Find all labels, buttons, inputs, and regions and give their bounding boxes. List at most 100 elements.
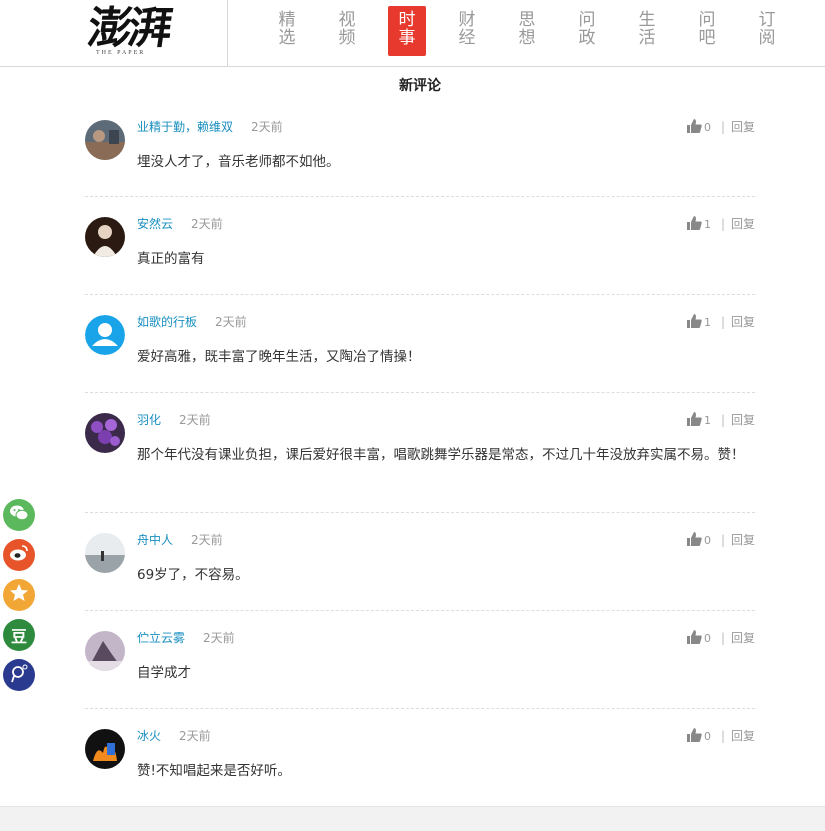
- nav-item-0[interactable]: 精选: [268, 6, 306, 56]
- comment-meta: 冰火 2天前: [137, 728, 211, 744]
- like-count: 1: [703, 218, 711, 231]
- qzone-share-button[interactable]: [3, 579, 35, 611]
- action-separator: |: [720, 217, 725, 231]
- footer-band: [0, 806, 825, 831]
- nav-item-4[interactable]: 思想: [508, 6, 546, 56]
- action-separator: |: [720, 413, 725, 427]
- pengpai-share-button[interactable]: [3, 659, 35, 691]
- comment-meta: 舟中人 2天前: [137, 532, 223, 548]
- comment-text: 自学成才: [137, 665, 191, 681]
- nav-item-8[interactable]: 订阅: [748, 6, 786, 56]
- comment-meta: 如歌的行板 2天前: [137, 314, 247, 330]
- comment-username[interactable]: 安然云: [137, 217, 173, 231]
- reply-button[interactable]: 回复: [731, 631, 755, 645]
- action-separator: |: [720, 533, 725, 547]
- comment-username[interactable]: 羽化: [137, 413, 161, 427]
- user-avatar[interactable]: [85, 217, 125, 257]
- user-avatar[interactable]: [85, 631, 125, 671]
- like-button[interactable]: 0: [686, 119, 711, 136]
- user-avatar[interactable]: [85, 315, 125, 355]
- nav-item-label-top: 思: [518, 10, 536, 30]
- like-button[interactable]: 1: [686, 314, 711, 331]
- reply-button[interactable]: 回复: [731, 120, 755, 134]
- comment-username[interactable]: 舟中人: [137, 533, 173, 547]
- logo-subtitle: THE PAPER: [96, 50, 146, 56]
- thumbs-up-icon: [686, 314, 702, 329]
- reply-button[interactable]: 回复: [731, 413, 755, 427]
- action-separator: |: [720, 120, 725, 134]
- comment-username[interactable]: 业精于勤，赖维双: [137, 120, 233, 134]
- like-count: 0: [703, 730, 711, 743]
- like-button[interactable]: 0: [686, 728, 711, 745]
- comment-actions: 1 | 回复: [686, 314, 755, 331]
- reply-button[interactable]: 回复: [731, 217, 755, 231]
- comment-item: 安然云 2天前 1 | 回复真正的富有: [85, 197, 755, 295]
- comment-time: 2天前: [179, 729, 211, 743]
- nav-item-5[interactable]: 问政: [568, 6, 606, 56]
- comment-username[interactable]: 如歌的行板: [137, 315, 197, 329]
- comment-item: 舟中人 2天前 0 | 回复 69岁了，不容易。: [85, 513, 755, 611]
- like-button[interactable]: 1: [686, 216, 711, 233]
- comment-username[interactable]: 冰火: [137, 729, 161, 743]
- comment-meta: 业精于勤，赖维双 2天前: [137, 119, 283, 135]
- comment-time: 2天前: [179, 413, 211, 427]
- comment-time: 2天前: [251, 120, 283, 134]
- comment-time: 2天前: [215, 315, 247, 329]
- nav-item-label-bottom: 事: [398, 28, 416, 48]
- nav-item-label-bottom: 想: [518, 28, 536, 48]
- like-button[interactable]: 1: [686, 412, 711, 429]
- reply-button[interactable]: 回复: [731, 315, 755, 329]
- nav-item-2[interactable]: 时事: [388, 6, 426, 56]
- site-header: 澎湃 THE PAPER 精选视频时事财经思想问政生活问吧订阅: [0, 0, 825, 67]
- section-title: 新评论: [399, 78, 441, 94]
- nav-item-1[interactable]: 视频: [328, 6, 366, 56]
- like-count: 0: [703, 534, 711, 547]
- logo-text: 澎湃: [84, 3, 172, 54]
- comment-actions: 0 | 回复: [686, 630, 755, 647]
- comment-actions: 0 | 回复: [686, 728, 755, 745]
- nav-item-label-top: 精: [278, 10, 296, 30]
- comment-item: 业精于勤，赖维双 2天前 0 | 回复 埋没人才了，音乐老师都不如他。: [85, 100, 755, 197]
- comment-actions: 1 | 回复: [686, 216, 755, 233]
- comment-item: 如歌的行板 2天前 1 | 回复爱好高雅，既丰富了晚年生活，又陶冶了情操！: [85, 295, 755, 393]
- user-avatar[interactable]: [85, 413, 125, 453]
- comment-text: 爱好高雅，既丰富了晚年生活，又陶冶了情操！: [137, 349, 421, 365]
- nav-item-label-bottom: 阅: [758, 28, 776, 48]
- nav-item-label-top: 时: [398, 10, 416, 30]
- nav-item-label-bottom: 选: [278, 28, 296, 48]
- thumbs-up-icon: [686, 119, 702, 134]
- reply-button[interactable]: 回复: [731, 533, 755, 547]
- user-avatar[interactable]: [85, 120, 125, 160]
- header-divider: [227, 0, 228, 67]
- like-count: 0: [703, 121, 711, 134]
- nav-item-6[interactable]: 生活: [628, 6, 666, 56]
- comment-meta: 伫立云雾 2天前: [137, 630, 235, 646]
- douban-share-button[interactable]: 豆: [3, 619, 35, 651]
- user-avatar[interactable]: [85, 533, 125, 573]
- nav-item-label-bottom: 经: [458, 28, 476, 48]
- comment-time: 2天前: [191, 533, 223, 547]
- like-button[interactable]: 0: [686, 532, 711, 549]
- weibo-share-button[interactable]: [3, 539, 35, 571]
- nav-item-7[interactable]: 问吧: [688, 6, 726, 56]
- nav-item-label-bottom: 活: [638, 28, 656, 48]
- reply-button[interactable]: 回复: [731, 729, 755, 743]
- comment-username[interactable]: 伫立云雾: [137, 631, 185, 645]
- thumbs-up-icon: [686, 216, 702, 231]
- nav-item-3[interactable]: 财经: [448, 6, 486, 56]
- site-logo[interactable]: 澎湃 THE PAPER: [84, 3, 188, 60]
- comment-text: 69岁了，不容易。: [137, 567, 249, 583]
- action-separator: |: [720, 729, 725, 743]
- like-button[interactable]: 0: [686, 630, 711, 647]
- nav-item-label-top: 财: [458, 10, 476, 30]
- comment-time: 2天前: [191, 217, 223, 231]
- nav-item-label-top: 问: [578, 10, 596, 30]
- nav-item-label-top: 订: [758, 10, 776, 30]
- like-count: 1: [703, 414, 711, 427]
- user-avatar[interactable]: [85, 729, 125, 769]
- comment-text: 那个年代没有课业负担，课后爱好很丰富，唱歌跳舞学乐器是常态，不过几十年没放弃实属…: [137, 447, 745, 463]
- nav-item-label-top: 视: [338, 10, 356, 30]
- comment-text: 真正的富有: [137, 251, 205, 267]
- comment-actions: 1 | 回复: [686, 412, 755, 429]
- wechat-share-button[interactable]: [3, 499, 35, 531]
